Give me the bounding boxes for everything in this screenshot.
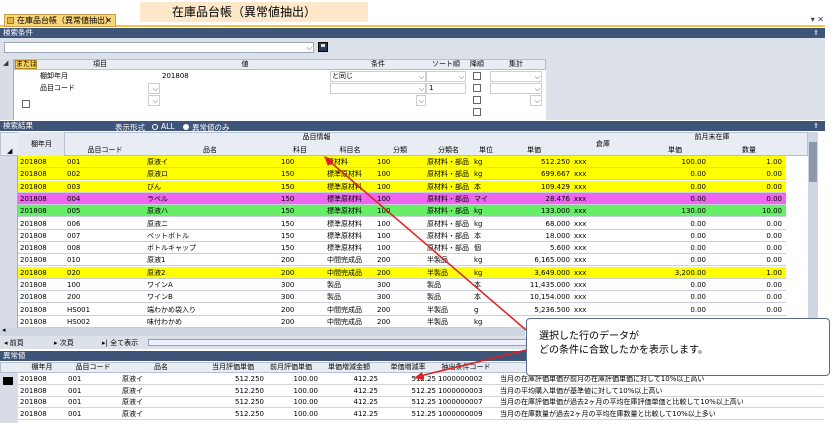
arrow-head-lower: [414, 372, 424, 380]
callout-arrows: [324, 156, 527, 380]
arrow-to-abnormal-row: [419, 349, 527, 377]
arrow-to-result-row: [327, 159, 527, 331]
